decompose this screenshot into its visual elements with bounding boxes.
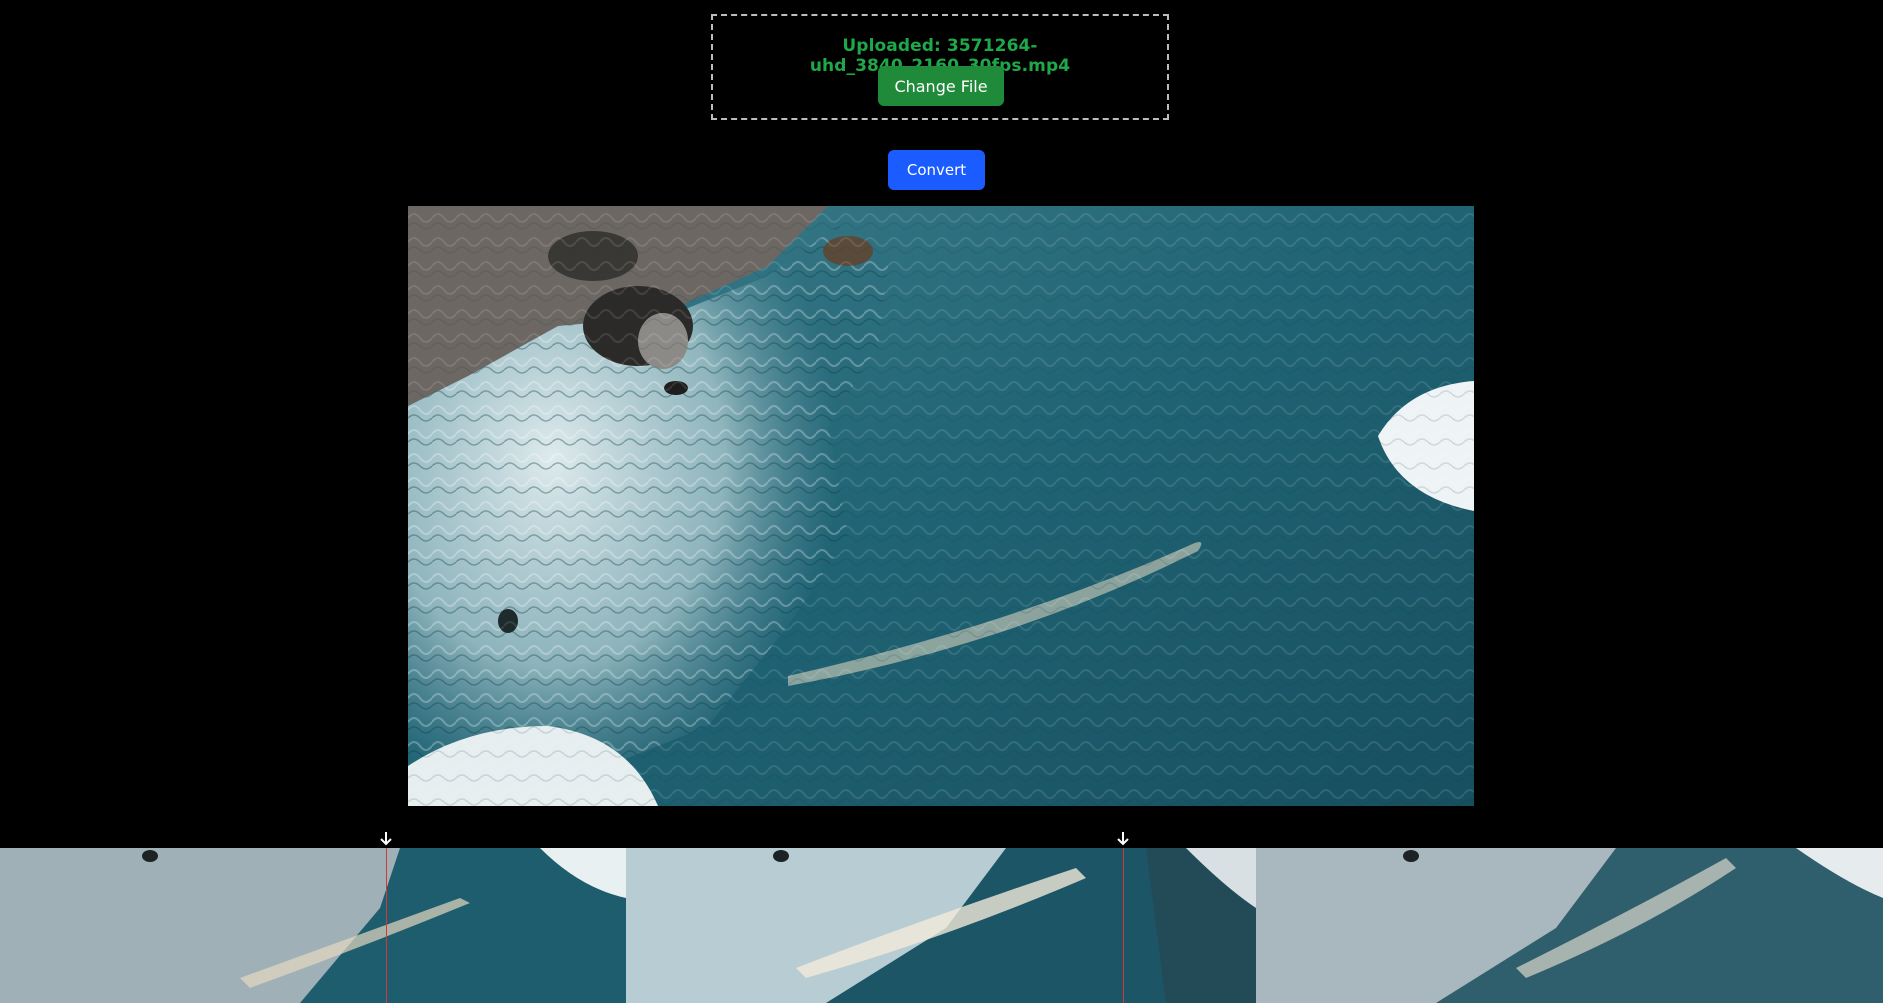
timeline-strip[interactable]: [0, 848, 1883, 1003]
arrow-down-icon[interactable]: [377, 830, 395, 848]
trim-marker-end[interactable]: [1123, 848, 1124, 1003]
arrow-down-icon[interactable]: [1114, 830, 1132, 848]
video-frame-image: [408, 206, 1474, 806]
upload-dropzone[interactable]: Uploaded: 3571264-uhd_3840_2160_30fps.mp…: [711, 14, 1169, 120]
video-preview[interactable]: [408, 206, 1474, 806]
trim-marker-start[interactable]: [386, 848, 387, 1003]
timeline-thumbnail[interactable]: [1256, 848, 1883, 1003]
timeline-thumbnail[interactable]: [626, 848, 1256, 1003]
change-file-button[interactable]: Change File: [878, 66, 1004, 106]
timeline-thumbnail[interactable]: [0, 848, 626, 1003]
convert-button[interactable]: Convert: [888, 150, 985, 190]
